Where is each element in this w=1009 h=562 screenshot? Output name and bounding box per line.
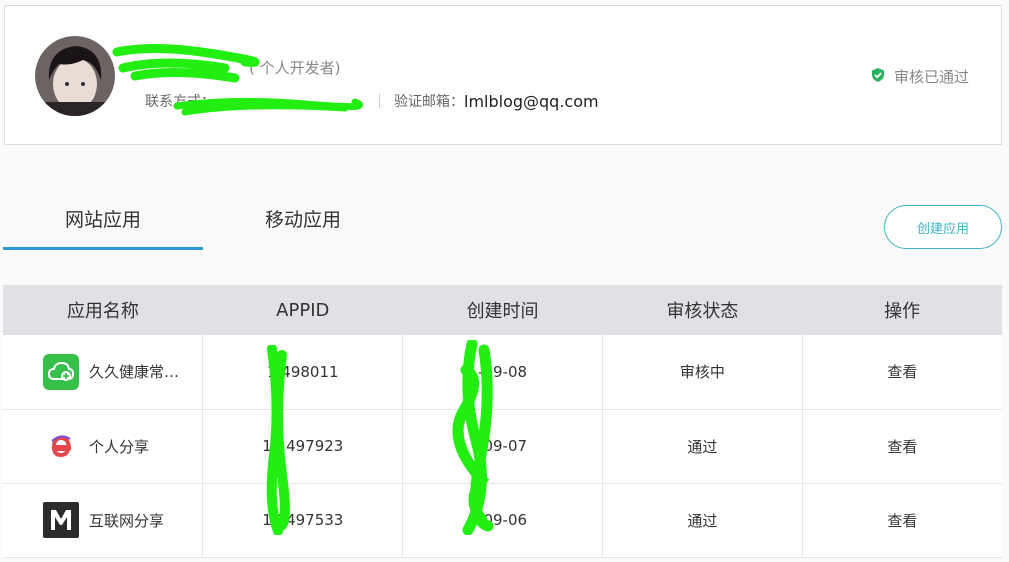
verification-status: 审核已通过 [870,66,969,87]
verified-text: 审核已通过 [893,68,969,86]
column-header-status: 审核状态 [602,285,803,335]
created-date: -09-08 [402,335,603,410]
email-value: lmlblog@qq.com [464,91,599,111]
cloud-add-icon [43,353,79,390]
developer-profile-card: ( 个人开发者) 联系方式： 验证邮箱： lmlblog@qq.com 审核已通… [4,5,1002,145]
created-date: -09-07 [402,409,603,484]
verified-shield-icon [870,67,886,87]
view-link[interactable]: 查看 [802,335,1002,410]
e-logo-icon [43,428,79,464]
app-type-tabs: 网站应用 移动应用 [3,200,403,250]
email-label: 验证邮箱： [394,94,464,110]
apps-table: 应用名称 APPID 创建时间 审核状态 操作 久久健康常… 1 498011 … [3,285,1002,558]
app-name: 久久健康常… [89,363,180,382]
app-name: 个人分享 [89,437,150,456]
status-badge: 审核中 [602,335,803,410]
table-row: 互联网分享 1 1497533 -09-06 通过 查看 [3,483,1002,558]
divider [379,94,380,108]
created-date: -09-06 [402,483,603,558]
redaction-mark [112,43,363,116]
tab-website-apps[interactable]: 网站应用 [3,200,203,250]
table-row: 个人分享 1 1497923 -09-07 通过 查看 [3,409,1002,484]
appid: 1 498011 [202,335,404,410]
table-row: 久久健康常… 1 498011 -09-08 审核中 查看 [3,335,1002,410]
status-badge: 通过 [602,409,803,484]
view-link[interactable]: 查看 [802,483,1002,558]
view-link[interactable]: 查看 [802,409,1002,484]
avatar [35,36,115,116]
column-header-created: 创建时间 [402,285,603,335]
appid: 1 1497533 [202,483,404,558]
column-header-action: 操作 [802,285,1002,335]
status-badge: 通过 [602,483,803,558]
table-header-row: 应用名称 APPID 创建时间 审核状态 操作 [3,285,1002,335]
m-logo-icon [43,502,79,538]
create-app-button[interactable]: 创建应用 [884,205,1002,249]
app-name: 互联网分享 [89,511,165,530]
column-header-appid: APPID [202,285,403,335]
tab-mobile-apps[interactable]: 移动应用 [203,200,403,250]
appid: 1 1497923 [202,409,404,484]
column-header-app-name: 应用名称 [3,285,203,335]
